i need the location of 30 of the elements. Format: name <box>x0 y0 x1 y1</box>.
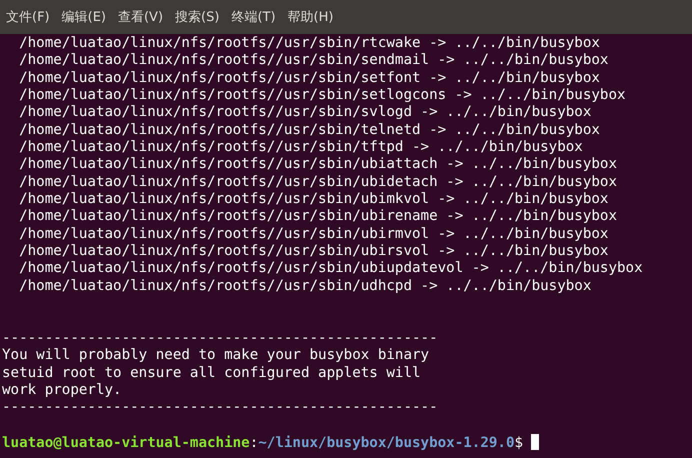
prompt-separator: : <box>250 434 258 451</box>
terminal-line: /home/luatao/linux/nfs/rootfs//usr/sbin/rtcwake -> ../../bin/busybox <box>18 35 600 51</box>
terminal-line: --------------------------------------------------- <box>2 399 438 416</box>
terminal-line: work properly. <box>2 382 122 398</box>
terminal-line: /home/luatao/linux/nfs/rootfs//usr/sbin/udhcpd -> ../../bin/busybox <box>18 278 592 294</box>
menu-item[interactable]: 文件(F) <box>6 8 50 26</box>
terminal-line: setuid root to ensure all configured applets will <box>2 364 421 381</box>
terminal-line: /home/luatao/linux/nfs/rootfs//usr/sbin/ubidetach -> ../../bin/busybox <box>18 174 617 190</box>
menu-item[interactable]: 编辑(E) <box>62 8 106 26</box>
terminal-line: /home/luatao/linux/nfs/rootfs//usr/sbin/ubirmvol -> ../../bin/busybox <box>18 226 608 242</box>
terminal-line: /home/luatao/linux/nfs/rootfs//usr/sbin/ubirename -> ../../bin/busybox <box>18 208 617 224</box>
prompt-symbol: $ <box>514 434 524 451</box>
terminal-line: /home/luatao/linux/nfs/rootfs//usr/sbin/setfont -> ../../bin/busybox <box>18 70 600 86</box>
terminal-line: /home/luatao/linux/nfs/rootfs//usr/sbin/ubirsvol -> ../../bin/busybox <box>18 243 608 260</box>
terminal-line: /home/luatao/linux/nfs/rootfs//usr/sbin/setlogcons -> ../../bin/busybox <box>18 87 626 104</box>
menu-item[interactable]: 终端(T) <box>231 8 276 26</box>
prompt-user-host: luatao@luatao-virtual-machine <box>2 434 250 451</box>
terminal-line: --------------------------------------------------- <box>2 330 438 346</box>
prompt-path: ~/linux/busybox/busybox-1.29.0 <box>258 434 515 451</box>
terminal-line: /home/luatao/linux/nfs/rootfs//usr/sbin/sendmail -> ../../bin/busybox <box>18 52 608 68</box>
terminal-line: /home/luatao/linux/nfs/rootfs//usr/sbin/ubiupdatevol -> ../../bin/busybox <box>18 260 643 276</box>
terminal-line: /home/luatao/linux/nfs/rootfs//usr/sbin/ubiattach -> ../../bin/busybox <box>18 156 617 172</box>
terminal-line: You will probably need to make your busybox binary <box>2 347 430 364</box>
terminal-line: /home/luatao/linux/nfs/rootfs//usr/sbin/ubimkvol -> ../../bin/busybox <box>18 191 608 208</box>
terminal-line: /home/luatao/linux/nfs/rootfs//usr/sbin/svlogd -> ../../bin/busybox <box>18 104 592 120</box>
terminal-line: /home/luatao/linux/nfs/rootfs//usr/sbin/tftpd -> ../../bin/busybox <box>18 139 583 156</box>
menu-item[interactable]: 搜索(S) <box>175 8 220 26</box>
menu-item[interactable]: 查看(V) <box>118 8 164 26</box>
terminal-line: /home/luatao/linux/nfs/rootfs//usr/sbin/telnetd -> ../../bin/busybox <box>18 122 600 138</box>
menu-item[interactable]: 帮助(H) <box>288 8 334 26</box>
